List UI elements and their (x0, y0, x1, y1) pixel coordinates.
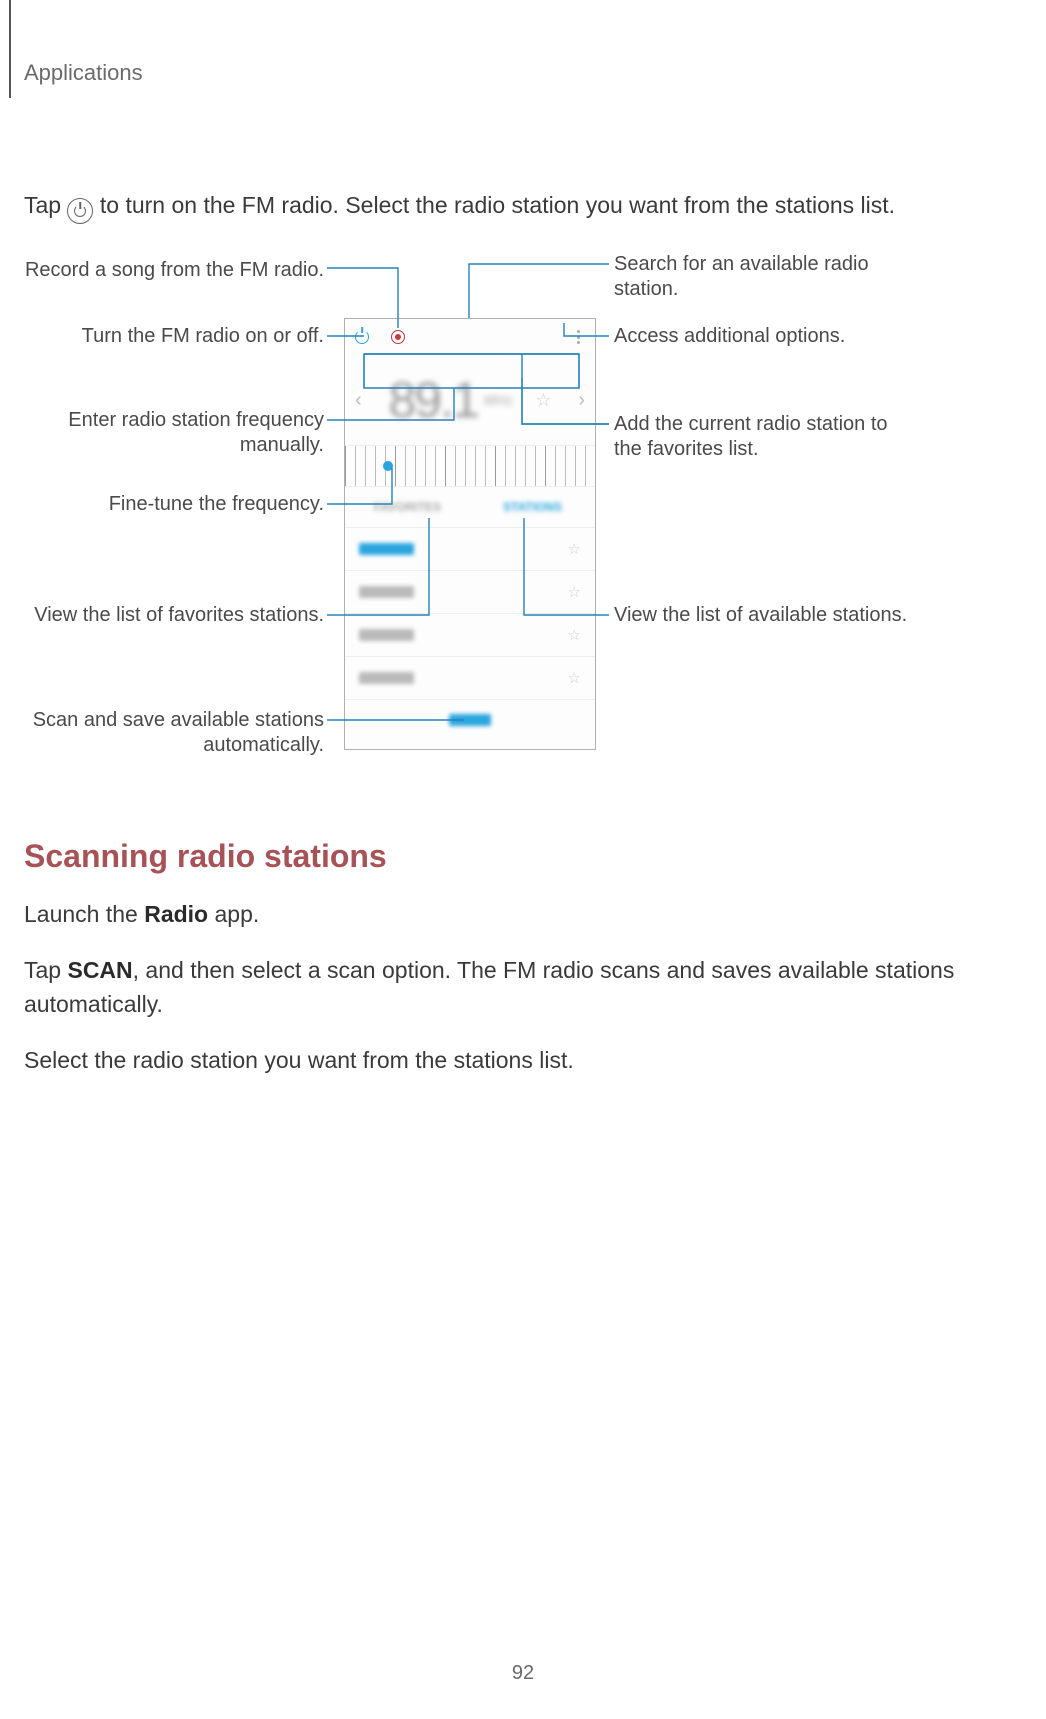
list-item: ☆ (345, 527, 595, 570)
callout-favlist: View the list of favorites stations. (24, 603, 324, 628)
callout-finetune: Fine-tune the frequency. (24, 492, 324, 517)
callout-scan: Scan and save available stations automat… (24, 708, 324, 758)
chevron-left-icon: ‹ (351, 389, 366, 412)
list-item: ☆ (345, 613, 595, 656)
star-icon: ☆ (568, 540, 581, 558)
section-p1: Launch the Radio app. (24, 898, 1022, 931)
tuning-dial (345, 445, 595, 487)
text: app. (208, 901, 259, 927)
tuning-dot-icon (383, 461, 393, 471)
scan-button (345, 699, 595, 740)
power-icon (67, 198, 93, 224)
callout-more: Access additional options. (614, 324, 914, 349)
more-icon (569, 328, 587, 346)
text: Tap (24, 957, 67, 983)
intro-pre: Tap (24, 192, 67, 218)
intro-paragraph: Tap to turn on the FM radio. Select the … (24, 189, 1022, 224)
side-rule (9, 0, 11, 98)
list-item: ☆ (345, 656, 595, 699)
frequency-value: 89.1MHz (388, 371, 512, 429)
phone-mockup: ‹ 89.1MHz ☆ › FAVORITES STATIONS ☆ ☆ ☆ ☆ (344, 318, 596, 750)
tab-stations: STATIONS (470, 500, 595, 514)
phone-toolbar (345, 319, 595, 355)
callout-record: Record a song from the FM radio. (24, 258, 324, 283)
favorite-star-icon: ☆ (535, 390, 551, 411)
callout-search: Search for an available radio station. (614, 252, 914, 302)
star-icon: ☆ (568, 669, 581, 687)
star-icon: ☆ (568, 626, 581, 644)
page-number: 92 (0, 1662, 1046, 1685)
callout-addfav: Add the current radio station to the fav… (614, 412, 914, 462)
station-list: ☆ ☆ ☆ ☆ (345, 527, 595, 699)
list-item: ☆ (345, 570, 595, 613)
tab-favorites: FAVORITES (345, 500, 470, 514)
page-header: Applications (0, 0, 1046, 86)
section-p2: Tap SCAN, and then select a scan option.… (24, 954, 1022, 1021)
text: Launch the (24, 901, 144, 927)
text: , and then select a scan option. The FM … (24, 957, 954, 1016)
callout-available: View the list of available stations. (614, 603, 914, 628)
power-button-icon (353, 328, 371, 346)
record-icon (389, 328, 407, 346)
intro-post: to turn on the FM radio. Select the radi… (100, 192, 895, 218)
tabs: FAVORITES STATIONS (345, 487, 595, 527)
annotated-screenshot-diagram: Record a song from the FM radio. Turn th… (24, 248, 1022, 768)
callout-power: Turn the FM radio on or off. (24, 324, 324, 349)
app-name: Radio (144, 901, 208, 927)
callout-manual: Enter radio station frequency manually. (24, 408, 324, 458)
chevron-right-icon: › (574, 389, 589, 412)
section-p3: Select the radio station you want from t… (24, 1044, 1022, 1077)
frequency-display: ‹ 89.1MHz ☆ › (345, 355, 595, 445)
section-heading: Scanning radio stations (24, 838, 1022, 875)
star-icon: ☆ (568, 583, 581, 601)
scan-label: SCAN (67, 957, 132, 983)
